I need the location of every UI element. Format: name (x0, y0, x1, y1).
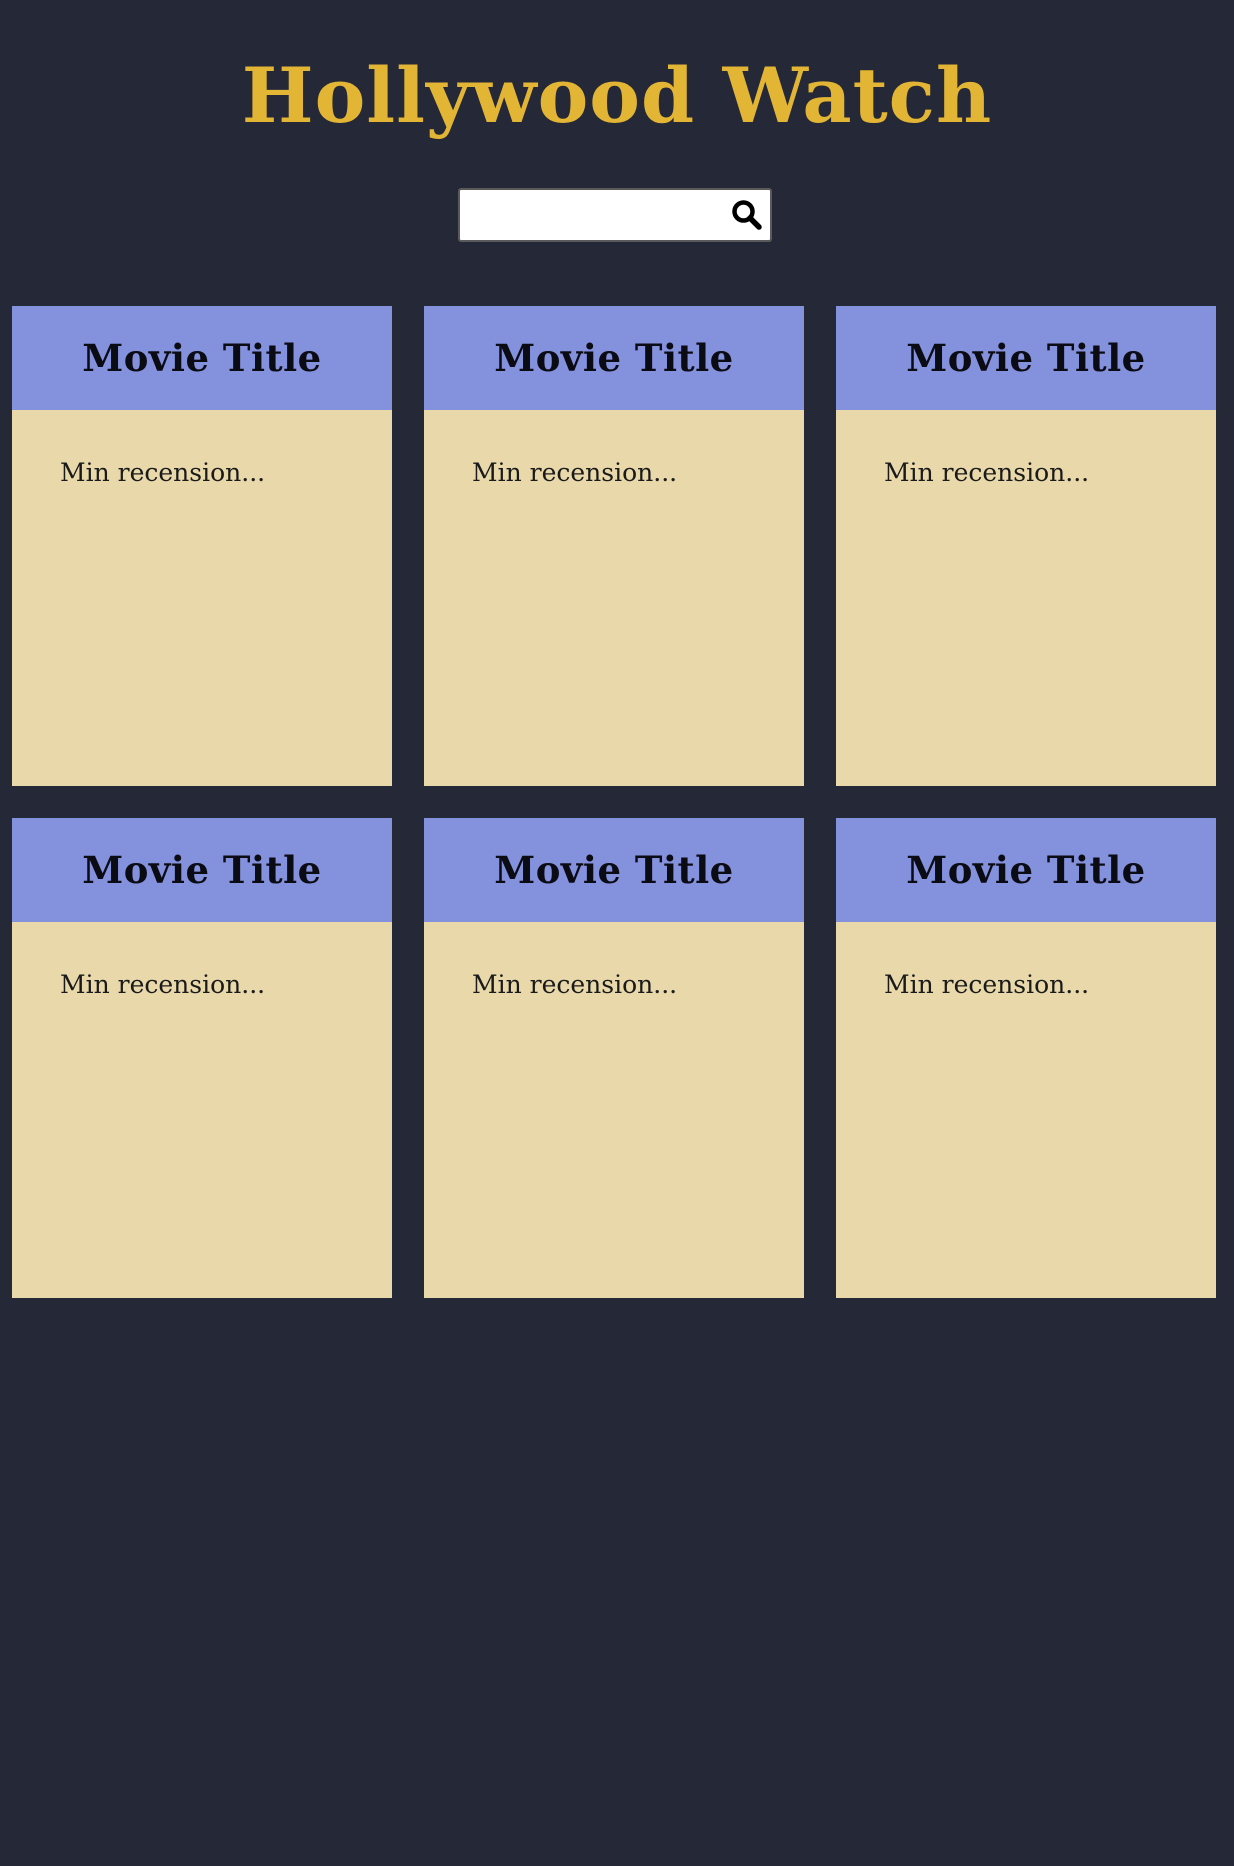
movie-card-header: Movie Title (836, 818, 1216, 922)
search-button[interactable] (724, 190, 770, 240)
movie-review: Min recension... (472, 458, 678, 487)
movie-card-header: Movie Title (836, 306, 1216, 410)
movie-card-header: Movie Title (424, 818, 804, 922)
movie-card[interactable]: Movie Title Min recension... (12, 818, 392, 1298)
movie-review: Min recension... (472, 970, 678, 999)
movie-card[interactable]: Movie Title Min recension... (836, 306, 1216, 786)
movie-title: Movie Title (906, 336, 1146, 380)
movie-card[interactable]: Movie Title Min recension... (424, 306, 804, 786)
page: Hollywood Watch Movie Title Min recensio… (0, 0, 1234, 1866)
movie-review: Min recension... (884, 970, 1090, 999)
movie-card-header: Movie Title (424, 306, 804, 410)
site-title: Hollywood Watch (241, 51, 993, 140)
movie-title: Movie Title (82, 336, 322, 380)
movie-review: Min recension... (884, 458, 1090, 487)
movie-card[interactable]: Movie Title Min recension... (836, 818, 1216, 1298)
search-icon (732, 200, 762, 230)
movie-title: Movie Title (494, 336, 734, 380)
search-box (458, 188, 772, 242)
movie-title: Movie Title (494, 848, 734, 892)
movie-card[interactable]: Movie Title Min recension... (424, 818, 804, 1298)
movie-title: Movie Title (906, 848, 1146, 892)
movie-grid: Movie Title Min recension... Movie Title… (12, 306, 1216, 1298)
movie-card-header: Movie Title (12, 818, 392, 922)
movie-card[interactable]: Movie Title Min recension... (12, 306, 392, 786)
movie-title: Movie Title (82, 848, 322, 892)
movie-review: Min recension... (60, 458, 266, 487)
movie-card-header: Movie Title (12, 306, 392, 410)
movie-review: Min recension... (60, 970, 266, 999)
search-input[interactable] (460, 190, 726, 240)
